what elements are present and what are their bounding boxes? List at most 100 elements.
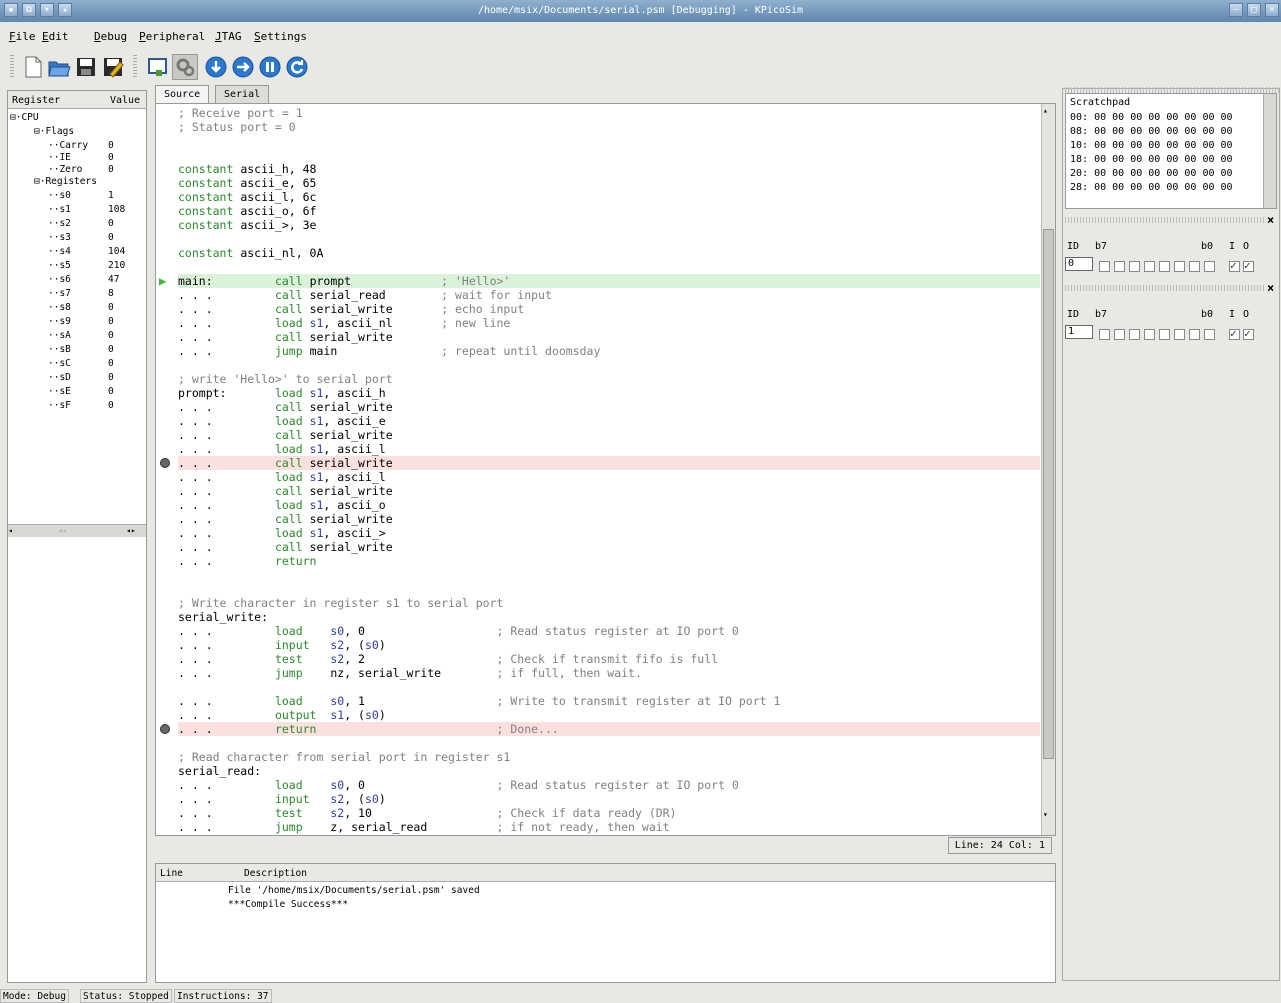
debug-gear-icon[interactable] <box>172 54 198 80</box>
port-bit-checkbox[interactable] <box>1159 261 1170 272</box>
register-value[interactable]: 8 <box>108 287 114 300</box>
register-value[interactable]: 0 <box>108 217 114 230</box>
source-line[interactable] <box>178 232 1040 246</box>
register-panel-scrollbar[interactable]: ◂ ◃▹ ◂▸ <box>8 524 146 537</box>
port-bit-checkbox[interactable] <box>1159 329 1170 340</box>
source-code[interactable]: ; Receive port = 1; Status port = 0 const… <box>178 104 1040 835</box>
register-value[interactable]: 0 <box>108 329 114 342</box>
source-line[interactable] <box>178 358 1040 372</box>
port-input-checkbox[interactable] <box>1229 259 1240 272</box>
reset-icon[interactable] <box>284 54 310 80</box>
menu-file[interactable]: File <box>9 30 36 43</box>
register-name[interactable]: ··s9 <box>48 315 71 328</box>
close-port-0-icon[interactable]: × <box>1267 213 1274 227</box>
source-line[interactable]: . . . call serial_read ; wait for input <box>178 288 1040 302</box>
register-name[interactable]: ··sF <box>48 399 71 412</box>
source-line[interactable]: constant ascii_l, 6c <box>178 190 1040 204</box>
menu-peripheral[interactable]: Peripheral <box>139 30 205 43</box>
port-output-checkbox[interactable] <box>1243 259 1254 272</box>
source-line[interactable]: . . . load s0, 1 ; Write to transmit reg… <box>178 694 1040 708</box>
register-value[interactable]: 0 <box>108 301 114 314</box>
source-line[interactable]: . . . input s2, (s0) <box>178 792 1040 806</box>
register-name[interactable]: ··sD <box>48 371 71 384</box>
source-line[interactable]: . . . jump z, serial_read ; if not ready… <box>178 820 1040 834</box>
register-name[interactable]: ··sC <box>48 357 71 370</box>
source-line[interactable] <box>178 568 1040 582</box>
scroll-right-icon[interactable]: ◂▸ <box>126 526 144 536</box>
port-bit-checkbox[interactable] <box>1144 261 1155 272</box>
source-line[interactable]: . . . load s1, ascii_nl ; new line <box>178 316 1040 330</box>
port-dock-handle[interactable] <box>1065 285 1265 291</box>
source-line[interactable]: . . . call serial_write <box>178 330 1040 344</box>
port-id-input[interactable]: 0 <box>1065 257 1093 271</box>
source-line[interactable]: . . . call serial_write <box>178 400 1040 414</box>
scroll-left-icon[interactable]: ◂ <box>8 526 18 536</box>
source-line[interactable]: constant ascii_e, 65 <box>178 176 1040 190</box>
source-line[interactable] <box>178 736 1040 750</box>
flags-node[interactable]: ⊟·Flags <box>34 125 74 138</box>
source-line[interactable] <box>178 680 1040 694</box>
breakpoint-icon[interactable] <box>160 724 170 734</box>
port-bit-checkbox[interactable] <box>1204 329 1215 340</box>
source-editor[interactable]: ▶ ; Receive port = 1; Status port = 0 con… <box>155 103 1056 836</box>
source-line[interactable]: . . . call serial_write <box>178 428 1040 442</box>
source-line[interactable]: . . . load s1, ascii_l <box>178 470 1040 484</box>
port-bit-checkbox[interactable] <box>1189 261 1200 272</box>
port-id-input[interactable]: 1 <box>1065 325 1093 339</box>
register-value[interactable]: 0 <box>108 231 114 244</box>
scratchpad-scrollbar[interactable] <box>1263 94 1276 208</box>
scroll-thumb[interactable]: ◃▹ <box>58 526 78 536</box>
port-bit-checkbox[interactable] <box>1174 329 1185 340</box>
register-name[interactable]: ··sE <box>48 385 71 398</box>
toolbar-grip-2[interactable] <box>133 55 137 79</box>
register-value[interactable]: 0 <box>108 399 114 412</box>
toolbar-grip[interactable] <box>10 55 14 79</box>
source-line[interactable]: . . . load s1, ascii_l <box>178 442 1040 456</box>
editor-gutter[interactable]: ▶ <box>156 104 176 835</box>
menu-edit[interactable]: Edit <box>42 30 69 43</box>
source-line[interactable]: . . . return <box>178 554 1040 568</box>
register-name[interactable]: ··s5 <box>48 259 71 272</box>
register-name[interactable]: ··s6 <box>48 273 71 286</box>
tab-serial[interactable]: Serial <box>215 85 270 103</box>
scroll-up-icon[interactable]: ▴ <box>1043 106 1048 115</box>
register-value[interactable]: 108 <box>108 203 125 216</box>
source-line[interactable] <box>178 134 1040 148</box>
port-input-checkbox[interactable] <box>1229 327 1240 340</box>
source-line[interactable]: . . . load s0, 0 ; Read status register … <box>178 778 1040 792</box>
close-icon[interactable]: × <box>1265 3 1279 17</box>
source-line[interactable]: constant ascii_h, 48 <box>178 162 1040 176</box>
register-value[interactable]: 0 <box>108 343 114 356</box>
save-as-icon[interactable] <box>100 54 126 80</box>
registers-node[interactable]: ⊟·Registers <box>34 175 97 188</box>
close-port-1-icon[interactable]: × <box>1267 281 1274 295</box>
register-name[interactable]: ··s7 <box>48 287 71 300</box>
value-column-header[interactable]: Value <box>110 95 140 106</box>
register-value[interactable]: 104 <box>108 245 125 258</box>
save-icon[interactable] <box>73 54 99 80</box>
source-line[interactable]: . . . jump nz, serial_write ; if full, t… <box>178 666 1040 680</box>
source-line[interactable]: . . . load s1, ascii_> <box>178 526 1040 540</box>
source-line[interactable]: constant ascii_>, 3e <box>178 218 1040 232</box>
port-output-checkbox[interactable] <box>1243 327 1254 340</box>
source-line[interactable]: . . . test s2, 10 ; Check if data ready … <box>178 806 1040 820</box>
source-line[interactable]: prompt: load s1, ascii_h <box>178 386 1040 400</box>
register-value[interactable]: 47 <box>108 273 119 286</box>
register-name[interactable]: ··s0 <box>48 189 71 202</box>
register-name[interactable]: ··s3 <box>48 231 71 244</box>
register-value[interactable]: 0 <box>108 385 114 398</box>
port-bit-checkbox[interactable] <box>1129 329 1140 340</box>
register-name[interactable]: ··s2 <box>48 217 71 230</box>
source-line[interactable] <box>178 148 1040 162</box>
register-value[interactable]: 210 <box>108 259 125 272</box>
source-line[interactable]: . . . return ; Done... <box>178 722 1040 736</box>
port-bit-checkbox[interactable] <box>1099 261 1110 272</box>
open-folder-icon[interactable] <box>46 54 72 80</box>
source-line[interactable]: . . . call serial_write <box>178 456 1040 470</box>
source-line[interactable]: serial_read: <box>178 764 1040 778</box>
source-line[interactable]: ; Write character in register s1 to seri… <box>178 596 1040 610</box>
source-line[interactable]: . . . output s1, (s0) <box>178 708 1040 722</box>
register-column-header[interactable]: Register <box>12 95 60 106</box>
register-name[interactable]: ··sB <box>48 343 71 356</box>
editor-scrollbar[interactable]: ▴ ▾ <box>1041 104 1055 835</box>
